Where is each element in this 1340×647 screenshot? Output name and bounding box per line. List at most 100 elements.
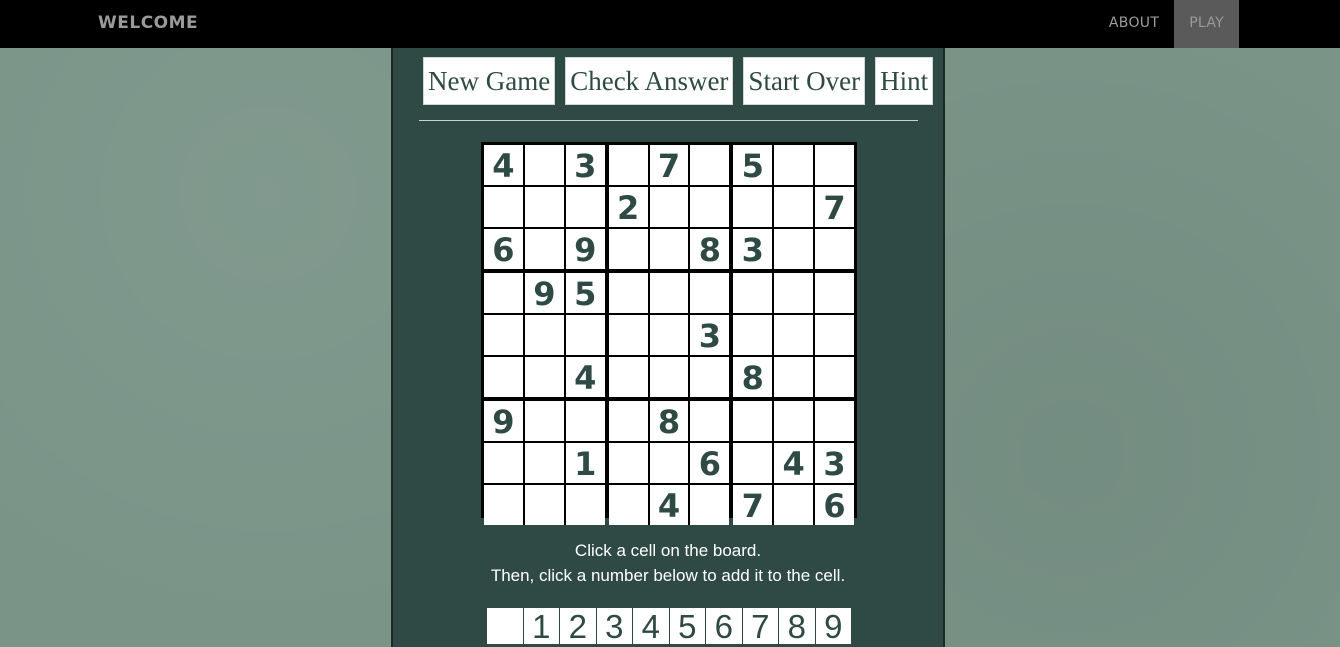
board-cell[interactable]	[733, 443, 773, 483]
board-cell[interactable]	[608, 145, 648, 185]
new-game-button[interactable]: New Game	[423, 57, 556, 105]
board-cell[interactable]	[774, 145, 814, 185]
board-cell[interactable]	[608, 229, 648, 269]
board-cell[interactable]	[484, 315, 523, 355]
board-cell[interactable]	[524, 187, 564, 227]
board-cell[interactable]: 3	[690, 315, 730, 355]
board-cell[interactable]: 6	[690, 443, 730, 483]
numpad-button-4[interactable]: 4	[633, 608, 669, 645]
numpad-button-1[interactable]: 1	[523, 608, 559, 645]
board-cell[interactable]: 4	[774, 443, 814, 483]
board-cell[interactable]	[774, 401, 814, 441]
numpad-button-6[interactable]: 6	[706, 608, 742, 645]
board-cell[interactable]: 3	[565, 145, 605, 185]
board-cell[interactable]	[565, 401, 605, 441]
board-cell[interactable]	[524, 357, 564, 397]
board-cell[interactable]	[484, 357, 523, 397]
numpad-button-8[interactable]: 8	[779, 608, 815, 645]
board-cell[interactable]	[649, 273, 689, 313]
board-cell[interactable]	[774, 357, 814, 397]
board-box: 3	[608, 273, 730, 397]
board-cell[interactable]	[733, 401, 773, 441]
board-cell[interactable]	[815, 273, 854, 313]
board-cell[interactable]: 4	[565, 357, 605, 397]
board-cell[interactable]	[608, 273, 648, 313]
board-cell[interactable]: 8	[690, 229, 730, 269]
board-cell[interactable]	[649, 229, 689, 269]
board-cell[interactable]	[815, 145, 854, 185]
board-cell[interactable]	[649, 315, 689, 355]
numpad-button-3[interactable]: 3	[596, 608, 632, 645]
board-cell[interactable]: 9	[524, 273, 564, 313]
board-cell[interactable]	[484, 485, 523, 525]
board-cell[interactable]	[524, 485, 564, 525]
board-cell[interactable]	[733, 315, 773, 355]
board-cell[interactable]: 3	[815, 443, 854, 483]
board-cell[interactable]	[649, 187, 689, 227]
board-cell[interactable]	[565, 485, 605, 525]
game-panel: New Game Check Answer Start Over Hint 43…	[391, 48, 945, 647]
start-over-button[interactable]: Start Over	[743, 57, 866, 105]
board-cell[interactable]	[815, 357, 854, 397]
numpad-button-9[interactable]: 9	[815, 608, 851, 645]
board-cell[interactable]	[524, 229, 564, 269]
board-cell[interactable]	[815, 229, 854, 269]
board-cell[interactable]	[484, 187, 523, 227]
board-cell[interactable]	[608, 443, 648, 483]
numpad-button-7[interactable]: 7	[742, 608, 778, 645]
board-cell[interactable]	[815, 401, 854, 441]
nav-play-link[interactable]: PLAY	[1174, 0, 1239, 48]
board-cell[interactable]: 5	[565, 273, 605, 313]
numpad-clear-button[interactable]	[487, 608, 523, 644]
board-cell[interactable]	[690, 485, 730, 525]
board-cell[interactable]	[484, 443, 523, 483]
board-cell[interactable]: 8	[649, 401, 689, 441]
board-cell[interactable]: 5	[733, 145, 773, 185]
board-cell[interactable]	[733, 187, 773, 227]
check-answer-button[interactable]: Check Answer	[565, 57, 734, 105]
board-cell[interactable]	[649, 443, 689, 483]
board-cell[interactable]: 1	[565, 443, 605, 483]
board-cell[interactable]: 4	[649, 485, 689, 525]
board-cell[interactable]: 2	[608, 187, 648, 227]
nav-about-link[interactable]: ABOUT	[1094, 0, 1174, 48]
board-cell[interactable]: 9	[565, 229, 605, 269]
board-cell[interactable]: 6	[815, 485, 854, 525]
board-cell[interactable]: 8	[733, 357, 773, 397]
board-cell[interactable]	[774, 273, 814, 313]
board-cell[interactable]	[690, 401, 730, 441]
board-cell[interactable]	[608, 485, 648, 525]
hint-button[interactable]: Hint	[875, 57, 934, 105]
board-cell[interactable]: 4	[484, 145, 523, 185]
board-cell[interactable]	[774, 485, 814, 525]
brand-link[interactable]: WELCOME	[98, 0, 198, 48]
board-cell[interactable]	[524, 401, 564, 441]
board-cell[interactable]: 3	[733, 229, 773, 269]
board-cell[interactable]: 9	[484, 401, 523, 441]
board-cell[interactable]	[565, 187, 605, 227]
board-cell[interactable]	[690, 145, 730, 185]
board-cell[interactable]	[608, 357, 648, 397]
numpad-button-5[interactable]: 5	[669, 608, 705, 645]
board-cell[interactable]	[524, 315, 564, 355]
board-cell[interactable]	[649, 357, 689, 397]
board-cell[interactable]	[690, 273, 730, 313]
board-cell[interactable]	[733, 273, 773, 313]
board-cell[interactable]	[524, 145, 564, 185]
board-cell[interactable]: 7	[733, 485, 773, 525]
board-cell[interactable]	[524, 443, 564, 483]
board-cell[interactable]	[774, 187, 814, 227]
board-cell[interactable]	[690, 357, 730, 397]
board-cell[interactable]: 6	[484, 229, 523, 269]
board-cell[interactable]	[774, 315, 814, 355]
board-cell[interactable]	[690, 187, 730, 227]
board-cell[interactable]	[608, 401, 648, 441]
board-cell[interactable]	[608, 315, 648, 355]
board-cell[interactable]: 7	[649, 145, 689, 185]
board-cell[interactable]	[484, 273, 523, 313]
board-cell[interactable]: 7	[815, 187, 854, 227]
numpad-button-2[interactable]: 2	[560, 608, 596, 645]
board-cell[interactable]	[565, 315, 605, 355]
board-cell[interactable]	[815, 315, 854, 355]
board-cell[interactable]	[774, 229, 814, 269]
